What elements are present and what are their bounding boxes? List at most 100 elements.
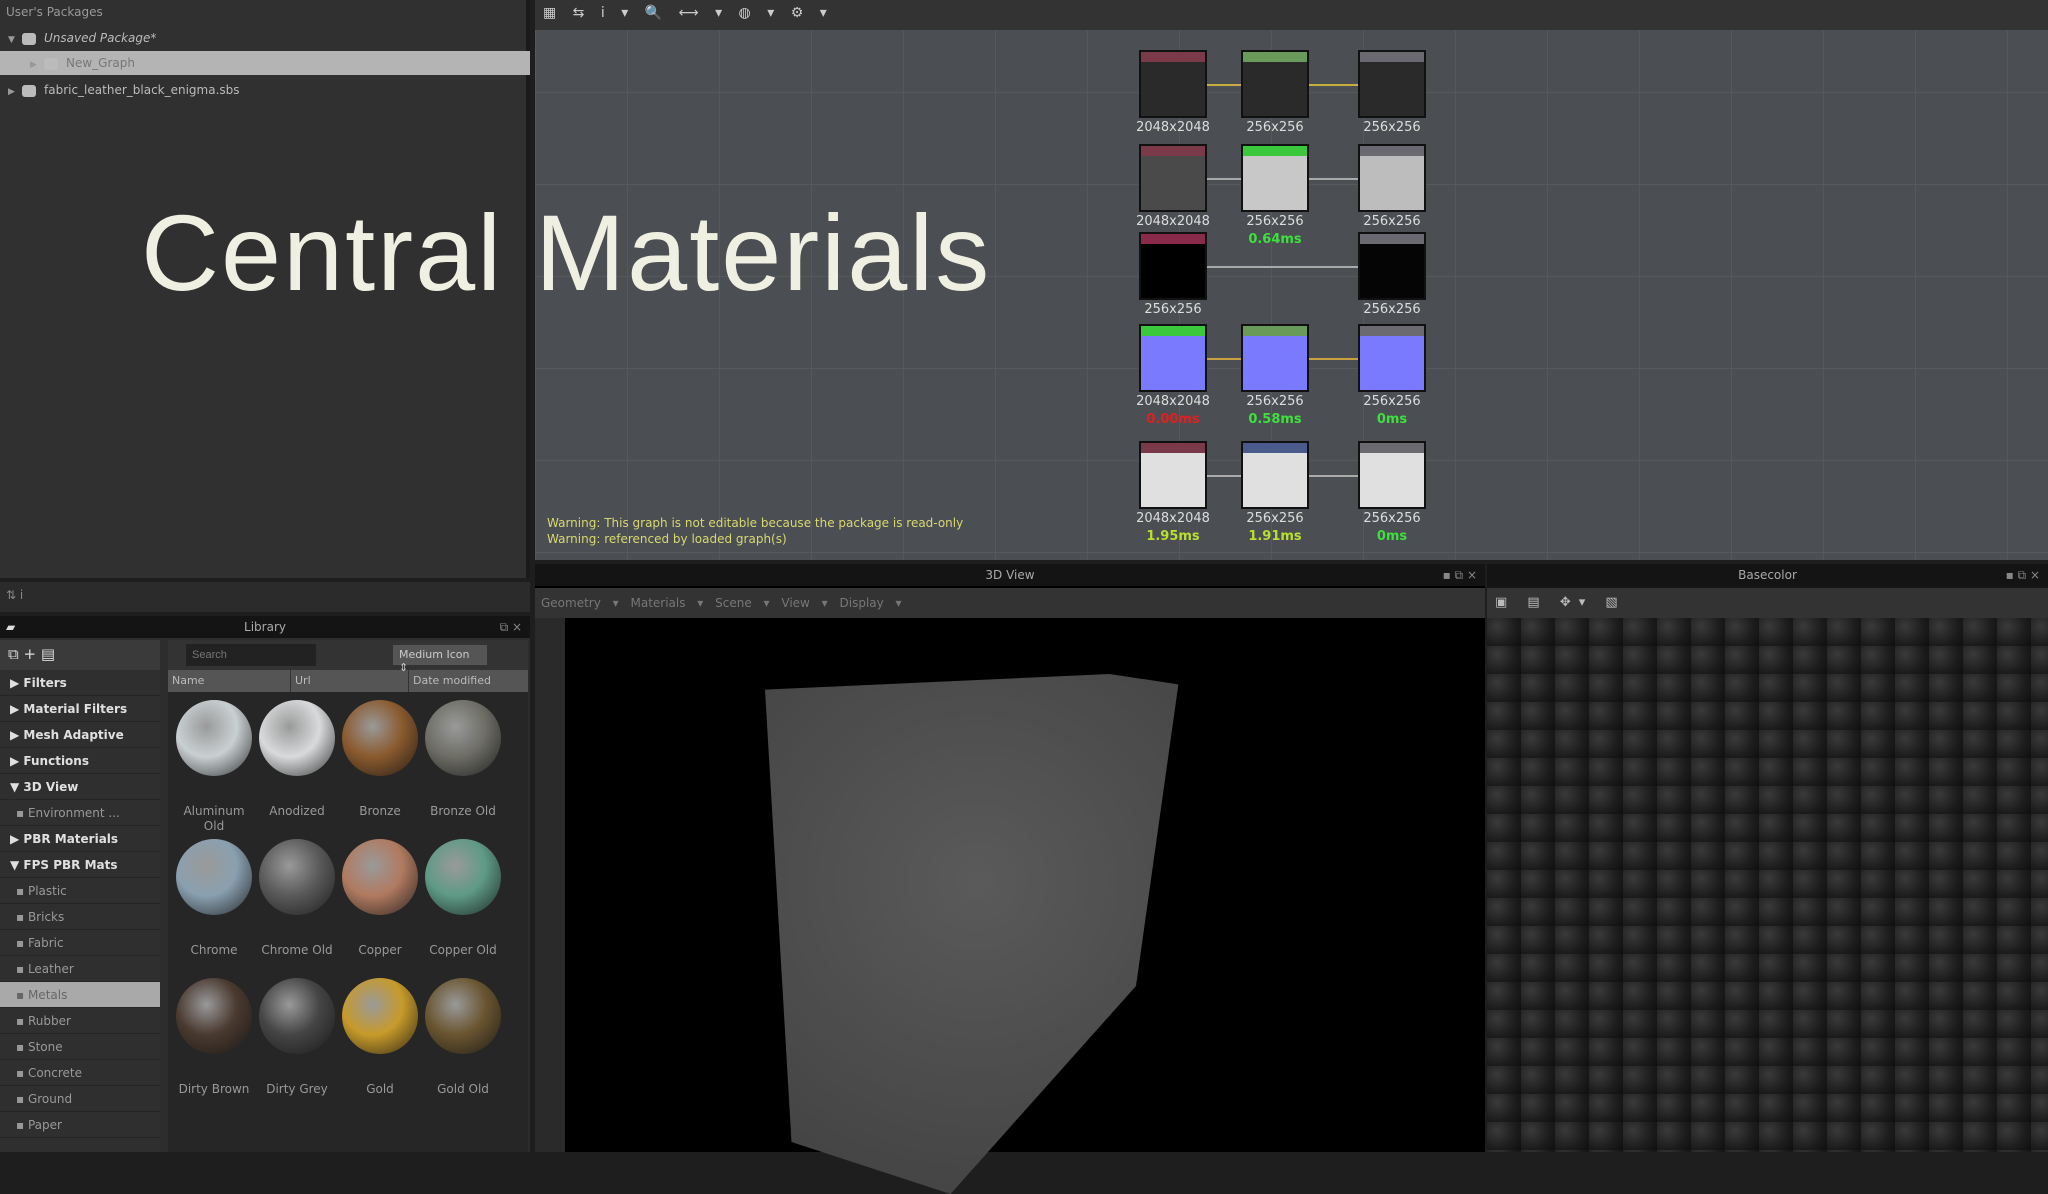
node-header xyxy=(1243,326,1307,336)
material-label: Chrome xyxy=(190,943,238,957)
basecolor-title: Basecolor xyxy=(1738,568,1797,582)
tree-item[interactable]: ▼ Unsaved Package* xyxy=(0,26,530,50)
graph-node[interactable] xyxy=(1241,441,1309,509)
library-category[interactable]: ▶ Material Filters xyxy=(0,696,160,722)
3d-view-side-toolbar[interactable] xyxy=(535,618,565,1152)
tree-item[interactable]: ▶ fabric_leather_black_enigma.sbs xyxy=(0,78,530,102)
graph-node[interactable] xyxy=(1358,232,1426,300)
node-header xyxy=(1360,326,1424,336)
library-category[interactable]: ▼ FPS PBR Mats xyxy=(0,852,160,878)
library-category[interactable]: ▪ Metals xyxy=(0,982,160,1008)
arrow-icon: ▶ xyxy=(10,832,24,846)
library-category-label: Ground xyxy=(27,1092,73,1106)
graph-node[interactable] xyxy=(1139,144,1207,212)
column-header-url[interactable]: Url xyxy=(290,670,408,692)
leather-texture-preview[interactable] xyxy=(1487,618,2048,1152)
node-time-label: 0.58ms xyxy=(1248,412,1302,427)
3d-view-header: 3D View ▪ ⧉ × xyxy=(535,564,1485,586)
material-item[interactable]: Copper xyxy=(338,839,422,958)
warning-text: Warning: referenced by loaded graph(s) xyxy=(547,532,787,546)
library-category[interactable]: ▪ Stone xyxy=(0,1034,160,1060)
library-category[interactable]: ▪ Fabric xyxy=(0,930,160,956)
tree-item[interactable]: ▶ New_Graph xyxy=(0,51,530,75)
arrow-icon: ▪ xyxy=(16,1014,28,1028)
folder-icon[interactable]: ▰ xyxy=(6,616,15,638)
material-item[interactable]: Anodized xyxy=(255,700,339,819)
expand-arrow-icon[interactable]: ▼ xyxy=(8,28,22,52)
material-thumbnail xyxy=(425,700,501,776)
panel-controls-icon[interactable]: ⧉ × xyxy=(500,616,522,638)
node-connection xyxy=(1309,84,1358,86)
3d-cube-preview[interactable] xyxy=(765,674,1179,1194)
node-connection xyxy=(1207,178,1241,180)
library-category[interactable]: ▪ Paper xyxy=(0,1112,160,1138)
library-category[interactable]: ▪ Leather xyxy=(0,956,160,982)
graph-node[interactable] xyxy=(1241,50,1309,118)
arrow-icon: ▪ xyxy=(16,884,28,898)
material-label: Anodized xyxy=(269,804,325,818)
graph-toolbar[interactable]: ▦ ⇆ i ▾ 🔍 ⟷ ▾ ◍ ▾ ⚙ ▾ xyxy=(535,0,2048,30)
expand-arrow-icon[interactable]: ▶ xyxy=(30,53,44,77)
graph-node[interactable] xyxy=(1358,441,1426,509)
graph-node[interactable] xyxy=(1139,324,1207,392)
library-category[interactable]: ▪ Ground xyxy=(0,1086,160,1112)
library-category[interactable]: ▶ Functions xyxy=(0,748,160,774)
library-add-toolbar[interactable]: ⧉ + ▤ xyxy=(0,640,160,670)
material-item[interactable]: Aluminum Old xyxy=(172,700,256,834)
library-category[interactable]: ▼ 3D View xyxy=(0,774,160,800)
basecolor-toolbar[interactable]: ▣ ▤ ✥▾ ▧ xyxy=(1487,588,2048,618)
node-header xyxy=(1243,146,1307,156)
node-connection xyxy=(1309,358,1358,360)
library-category[interactable]: ▪ Concrete xyxy=(0,1060,160,1086)
material-item[interactable]: Gold Old xyxy=(421,978,505,1097)
column-header-name[interactable]: Name xyxy=(168,670,290,692)
library-category[interactable]: ▶ PBR Materials xyxy=(0,826,160,852)
node-connection xyxy=(1309,178,1358,180)
node-header xyxy=(1141,234,1205,244)
material-thumbnail xyxy=(342,978,418,1054)
panel-controls-icon[interactable]: ▪ ⧉ × xyxy=(2006,564,2040,586)
material-item[interactable]: Gold xyxy=(338,978,422,1097)
node-connection xyxy=(1207,358,1241,360)
material-item[interactable]: Bronze xyxy=(338,700,422,819)
library-category[interactable]: ▪ Plastic xyxy=(0,878,160,904)
column-header-date[interactable]: Date modified xyxy=(408,670,528,692)
3d-view-menubar[interactable]: Geometry ▾ Materials ▾ Scene ▾ View ▾ Di… xyxy=(535,588,1485,618)
material-thumbnail xyxy=(425,978,501,1054)
library-category-label: Paper xyxy=(27,1118,62,1132)
view-mode-select[interactable]: Medium Icon ⇕ xyxy=(393,645,487,674)
material-item[interactable]: Bronze Old xyxy=(421,700,505,819)
explorer-toolbar[interactable]: ⇅ i xyxy=(0,582,530,612)
panel-controls-icon[interactable]: ▪ ⧉ × xyxy=(1443,564,1477,586)
3d-view-title: 3D View xyxy=(985,568,1035,582)
library-category-label: PBR Materials xyxy=(23,832,119,846)
graph-node[interactable] xyxy=(1139,232,1207,300)
graph-node[interactable] xyxy=(1241,324,1309,392)
graph-node[interactable] xyxy=(1358,50,1426,118)
node-header xyxy=(1141,52,1205,62)
library-search-input[interactable] xyxy=(186,644,316,666)
material-item[interactable]: Chrome Old xyxy=(255,839,339,958)
material-item[interactable]: Copper Old xyxy=(421,839,505,958)
library-category[interactable]: ▶ Filters xyxy=(0,670,160,696)
node-header xyxy=(1141,146,1205,156)
graph-node[interactable] xyxy=(1358,144,1426,212)
library-category[interactable]: ▪ Bricks xyxy=(0,904,160,930)
expand-arrow-icon[interactable]: ▶ xyxy=(8,80,22,104)
graph-node[interactable] xyxy=(1358,324,1426,392)
node-header xyxy=(1360,234,1424,244)
tree-item-label: fabric_leather_black_enigma.sbs xyxy=(44,83,240,97)
material-item[interactable]: Dirty Brown xyxy=(172,978,256,1097)
arrow-icon: ▪ xyxy=(16,962,28,976)
material-item[interactable]: Chrome xyxy=(172,839,256,958)
node-size-label: 256x256 xyxy=(1363,511,1421,526)
graph-node[interactable] xyxy=(1139,441,1207,509)
library-category[interactable]: ▪ Rubber xyxy=(0,1008,160,1034)
material-label: Gold xyxy=(366,1082,394,1096)
material-item[interactable]: Dirty Grey xyxy=(255,978,339,1097)
graph-node[interactable] xyxy=(1139,50,1207,118)
library-category[interactable]: ▶ Mesh Adaptive xyxy=(0,722,160,748)
library-category[interactable]: ▪ Environment ... xyxy=(0,800,160,826)
library-category-label: Plastic xyxy=(27,884,67,898)
graph-node[interactable] xyxy=(1241,144,1309,212)
